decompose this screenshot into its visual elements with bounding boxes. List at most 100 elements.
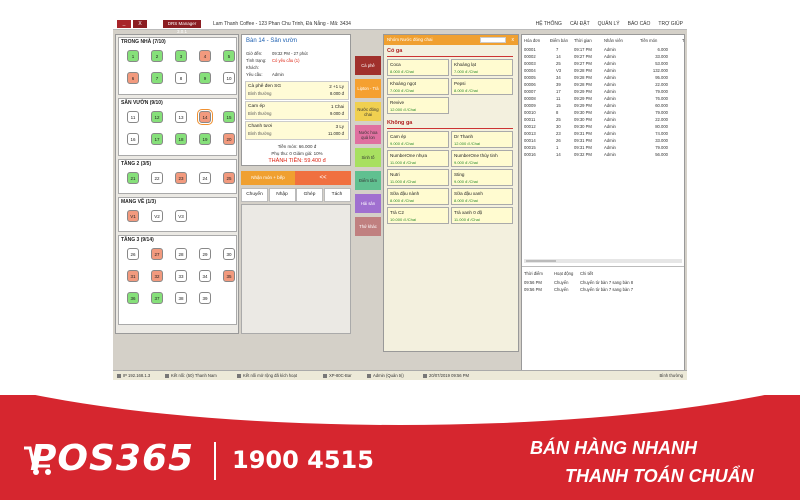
table-cell[interactable]: 6	[127, 72, 139, 84]
top-menu-item[interactable]: TRỢ GIÚP	[658, 21, 683, 27]
table-cell[interactable]: 32	[151, 270, 163, 282]
table-cell[interactable]: 18	[175, 133, 187, 145]
invoice-cell[interactable]: Admin	[604, 145, 616, 150]
invoice-cell[interactable]: 09:17 PM	[574, 47, 592, 52]
table-cell[interactable]: 9	[199, 72, 211, 84]
table-cell[interactable]: 14	[197, 109, 213, 125]
invoice-cell[interactable]: 09:31 PM	[574, 131, 592, 136]
invoice-cell[interactable]: 09:29 PM	[574, 103, 592, 108]
action-button[interactable]: Chuyển	[241, 188, 268, 202]
invoice-cell[interactable]: 7	[556, 47, 558, 52]
invoice-cell[interactable]: 23	[556, 131, 561, 136]
invoice-cell[interactable]: Admin	[604, 131, 616, 136]
menu-item[interactable]: Sữa đậu xanh 8.000 đ /Chai	[451, 188, 513, 205]
category-tab[interactable]: Nước hoa quả lon	[355, 125, 381, 144]
invoice-cell[interactable]: 74.000	[640, 131, 668, 136]
invoice-cell[interactable]: Admin	[604, 68, 616, 73]
invoice-cell[interactable]: Admin	[604, 117, 616, 122]
top-menu-item[interactable]: CÀI ĐẶT	[570, 21, 590, 27]
invoice-cell[interactable]: 34	[556, 75, 561, 80]
invoice-cell[interactable]: 56.000	[640, 152, 668, 157]
invoice-cell[interactable]: 09:31 PM	[574, 145, 592, 150]
table-cell[interactable]: V1	[127, 210, 139, 222]
invoice-cell[interactable]: 09:31 PM	[574, 138, 592, 143]
table-cell[interactable]: 28	[175, 248, 187, 260]
invoice-cell[interactable]: 132.000	[640, 68, 668, 73]
invoice-cell[interactable]: 09:30 PM	[574, 110, 592, 115]
invoice-cell[interactable]: Admin	[604, 103, 616, 108]
table-cell[interactable]: 31	[127, 270, 139, 282]
order-item[interactable]: Cam ép 1 Chai Bình thường 9.000 đ	[245, 101, 349, 120]
table-cell[interactable]: 13	[175, 111, 187, 123]
category-tab[interactable]: Lipton - Trà	[355, 79, 381, 98]
top-menu-item[interactable]: BÁO CÁO	[628, 21, 651, 27]
menu-item[interactable]: Sữa đậu nành 8.000 đ /Chai	[387, 188, 449, 205]
table-cell[interactable]: 33	[175, 270, 187, 282]
category-tab[interactable]: Cà phê	[355, 56, 381, 75]
invoice-cell[interactable]: 00006	[524, 82, 536, 87]
table-cell[interactable]: 17	[151, 133, 163, 145]
menu-item[interactable]: Nutri 11.000 đ /Chai	[387, 169, 449, 186]
invoice-cell[interactable]: Admin	[604, 110, 616, 115]
invoice-cell[interactable]: 79.000	[640, 110, 668, 115]
invoice-cell[interactable]: 76.000	[640, 96, 668, 101]
close-icon[interactable]: x	[512, 35, 515, 45]
table-cell[interactable]: 16	[127, 133, 139, 145]
category-tab[interactable]: Điểm tâm	[355, 171, 381, 190]
invoice-cell[interactable]: 09:28 PM	[574, 82, 592, 87]
invoice-cell[interactable]: 09:29 PM	[574, 89, 592, 94]
invoice-cell[interactable]: 00004	[524, 68, 536, 73]
invoice-cell[interactable]: 00013	[524, 131, 536, 136]
invoice-cell[interactable]: 00016	[524, 152, 536, 157]
table-cell[interactable]: 23	[175, 172, 187, 184]
menu-item[interactable]: Trà xanh 0 độ 11.000 đ /Chai	[451, 207, 513, 224]
table-cell[interactable]: 34	[199, 270, 211, 282]
table-cell[interactable]: 35	[223, 270, 235, 282]
table-cell[interactable]: 2	[151, 50, 163, 62]
back-button[interactable]: <<	[295, 171, 351, 185]
invoice-cell[interactable]: V3	[556, 68, 561, 73]
invoice-cell[interactable]: Admin	[604, 138, 616, 143]
invoice-cell[interactable]: 00011	[524, 117, 535, 122]
menu-item[interactable]: Coca 8.000 đ /Chai	[387, 59, 449, 76]
menu-search-input[interactable]	[480, 37, 506, 43]
invoice-cell[interactable]: 00002	[524, 54, 536, 59]
invoice-cell[interactable]: Admin	[604, 96, 616, 101]
invoice-cell[interactable]: 00015	[524, 145, 536, 150]
category-tab[interactable]: Hải sản	[355, 194, 381, 213]
table-cell[interactable]: 12	[151, 111, 163, 123]
invoice-cell[interactable]: 79.000	[640, 89, 668, 94]
invoice-cell[interactable]: 33.000	[640, 54, 668, 59]
invoice-cell[interactable]: 8	[556, 110, 558, 115]
invoice-cell[interactable]: 95.000	[640, 75, 668, 80]
table-cell[interactable]: 8	[175, 72, 187, 84]
invoice-cell[interactable]: 00014	[524, 138, 536, 143]
table-cell[interactable]: 39	[199, 292, 211, 304]
invoice-cell[interactable]: 14	[556, 54, 561, 59]
table-cell[interactable]: 21	[127, 172, 139, 184]
top-menu-item[interactable]: HỆ THỐNG	[536, 21, 562, 27]
invoice-cell[interactable]: Admin	[604, 89, 616, 94]
table-cell[interactable]: 22	[151, 172, 163, 184]
invoice-cell[interactable]: 11	[556, 96, 560, 101]
table-cell[interactable]: 7	[151, 72, 163, 84]
invoice-cell[interactable]: 09:28 PM	[574, 68, 592, 73]
invoice-cell[interactable]: Admin	[604, 75, 616, 80]
table-cell[interactable]: 27	[151, 248, 163, 260]
invoice-cell[interactable]: 79.000	[640, 145, 668, 150]
invoice-cell[interactable]: 09:28 PM	[574, 75, 592, 80]
invoice-cell[interactable]: Admin	[604, 47, 616, 52]
scrollbar-thumb[interactable]	[526, 260, 556, 262]
table-cell[interactable]: 15	[223, 111, 235, 123]
invoice-cell[interactable]: 60.000	[640, 103, 668, 108]
invoice-cell[interactable]: 00009	[524, 103, 536, 108]
table-cell[interactable]: 20	[223, 133, 235, 145]
menu-item[interactable]: Khoáng ngọt 7.000 đ /Chai	[387, 78, 449, 95]
table-cell[interactable]: 1	[127, 50, 139, 62]
invoice-cell[interactable]: 53.000	[640, 61, 668, 66]
menu-item[interactable]: NumberOne nhựa 11.000 đ /Chai	[387, 150, 449, 167]
table-cell[interactable]: 26	[127, 248, 139, 260]
invoice-cell[interactable]: Admin	[604, 152, 616, 157]
invoice-cell[interactable]: 00003	[524, 61, 536, 66]
menu-item[interactable]: NumberOne thủy tinh 9.000 đ /Chai	[451, 150, 513, 167]
